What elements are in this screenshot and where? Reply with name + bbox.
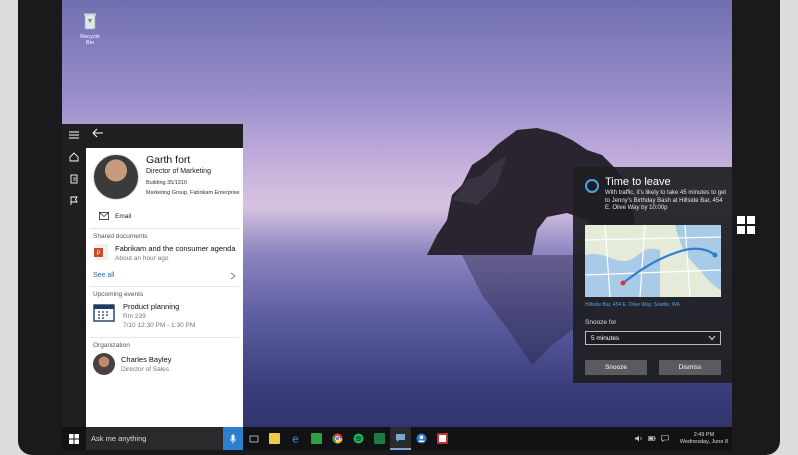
- contact-avatar: [93, 154, 139, 200]
- chat-bubble-icon: [396, 434, 405, 442]
- edge-icon: e: [292, 433, 299, 444]
- dismiss-button[interactable]: Dismiss: [659, 360, 721, 375]
- folder-icon: [269, 433, 280, 444]
- snooze-dropdown[interactable]: 5 minutes: [585, 331, 721, 345]
- event-title: Product planning: [123, 302, 180, 311]
- file-explorer-app[interactable]: [264, 427, 285, 450]
- store-app[interactable]: [306, 427, 327, 450]
- snooze-label: Snooze for: [585, 319, 617, 326]
- contact-group: Marketing Group, Fabrikam Enterprise: [146, 190, 240, 196]
- person-icon: [416, 433, 427, 444]
- person-avatar: [93, 353, 115, 375]
- cortana-panel: Garth fort Director of Marketing Buildin…: [62, 124, 243, 427]
- clock-date: Wednesday, June 8: [679, 438, 728, 445]
- contact-building: Building 35/1310: [146, 180, 187, 186]
- email-action[interactable]: Email: [99, 212, 131, 220]
- cortana-header-bar: [86, 124, 243, 148]
- calendar-icon: [93, 304, 115, 322]
- desktop-screen: Recycle Bin Garth fort Director of Marke…: [62, 0, 732, 450]
- volume-icon[interactable]: [634, 435, 643, 442]
- store-icon: [311, 433, 322, 444]
- taskbar-search-box[interactable]: Ask me anything: [86, 427, 223, 450]
- see-all-label: See all: [93, 272, 115, 279]
- cortana-content: Garth fort Director of Marketing Buildin…: [86, 124, 243, 427]
- taskbar-clock[interactable]: 2:49 PM Wednesday, June 8: [680, 432, 728, 446]
- spotify-app[interactable]: [348, 427, 369, 450]
- event-time: 7/10 12:30 PM - 1:30 PM: [123, 322, 196, 329]
- recycle-bin-icon: [84, 13, 96, 30]
- recycle-bin-label: Recycle Bin: [80, 34, 100, 46]
- battery-icon[interactable]: [648, 435, 656, 442]
- person-name: Charles Bayley: [121, 355, 172, 364]
- time-to-leave-card: Time to leave With traffic, it's likely …: [573, 167, 732, 383]
- document-time: About an hour ago: [115, 255, 169, 262]
- email-label: Email: [115, 212, 132, 220]
- powerpoint-file-icon: P: [94, 244, 108, 260]
- snooze-value: 5 minutes: [591, 335, 620, 342]
- svg-text:P: P: [96, 251, 100, 257]
- taskbar: Ask me anything e 2:49 PM Wednesday, Jun…: [62, 427, 732, 450]
- document-title: Fabrikam and the consumer agenda: [115, 244, 236, 253]
- snooze-button[interactable]: Snooze: [585, 360, 647, 375]
- cortana-rail: [62, 124, 86, 427]
- clock-time: 2:49 PM: [693, 431, 715, 438]
- organization-item[interactable]: Charles Bayley Director of Sales: [86, 351, 243, 377]
- task-view-button[interactable]: [243, 427, 264, 450]
- windows-logo-icon: [69, 433, 79, 444]
- task-view-icon: [249, 435, 258, 442]
- edge-browser-app[interactable]: e: [285, 427, 306, 450]
- contact-title: Director of Marketing: [146, 168, 211, 175]
- excel-app[interactable]: [369, 427, 390, 450]
- skype-app[interactable]: [390, 427, 411, 450]
- person-title: Director of Sales: [121, 366, 170, 373]
- recycle-bin[interactable]: Recycle Bin: [76, 12, 104, 46]
- event-room: Rm 239: [123, 313, 146, 320]
- event-item[interactable]: Product planning Rm 239 7/10 12:30 PM - …: [86, 300, 243, 331]
- chevron-right-icon: [230, 272, 236, 280]
- shared-documents-header: Shared documents: [93, 233, 148, 240]
- chrome-app[interactable]: [327, 427, 348, 450]
- notifications-icon[interactable]: [661, 435, 669, 442]
- excel-icon: [374, 433, 385, 444]
- notebook-icon[interactable]: [69, 174, 79, 184]
- feedback-flag-icon[interactable]: [69, 196, 79, 206]
- map-caption: Hillside Bar, 454 E. Olive Way, Seattle,…: [585, 302, 680, 308]
- back-arrow-icon[interactable]: [92, 128, 104, 138]
- document-item[interactable]: P Fabrikam and the consumer agenda About…: [86, 242, 243, 264]
- upcoming-events-header: Upcoming events: [93, 291, 144, 298]
- hamburger-menu-icon[interactable]: [69, 130, 79, 140]
- chrome-icon: [332, 433, 343, 444]
- people-app[interactable]: [411, 427, 432, 450]
- chevron-down-icon: [708, 335, 716, 341]
- microphone-icon: [230, 434, 236, 443]
- mail-icon: [99, 212, 109, 220]
- cortana-ring-icon: [585, 179, 599, 193]
- system-tray: 2:49 PM Wednesday, June 8: [634, 427, 728, 450]
- start-button[interactable]: [62, 427, 86, 450]
- contact-name: Garth fort: [146, 154, 191, 166]
- card-title: Time to leave: [605, 176, 671, 188]
- pdf-reader-app[interactable]: [432, 427, 453, 450]
- home-icon[interactable]: [69, 152, 79, 162]
- organization-header: Organization: [93, 342, 130, 349]
- contact-profile: Garth fort Director of Marketing Buildin…: [86, 148, 243, 228]
- route-map[interactable]: [585, 225, 721, 297]
- see-all-link[interactable]: See all: [86, 264, 243, 286]
- hardware-windows-button-icon[interactable]: [737, 216, 755, 234]
- microphone-button[interactable]: [223, 427, 243, 450]
- spotify-icon: [353, 433, 364, 444]
- reader-icon: [437, 433, 448, 444]
- card-description: With traffic, it's likely to take 45 min…: [605, 190, 727, 211]
- svg-text:e: e: [292, 433, 299, 444]
